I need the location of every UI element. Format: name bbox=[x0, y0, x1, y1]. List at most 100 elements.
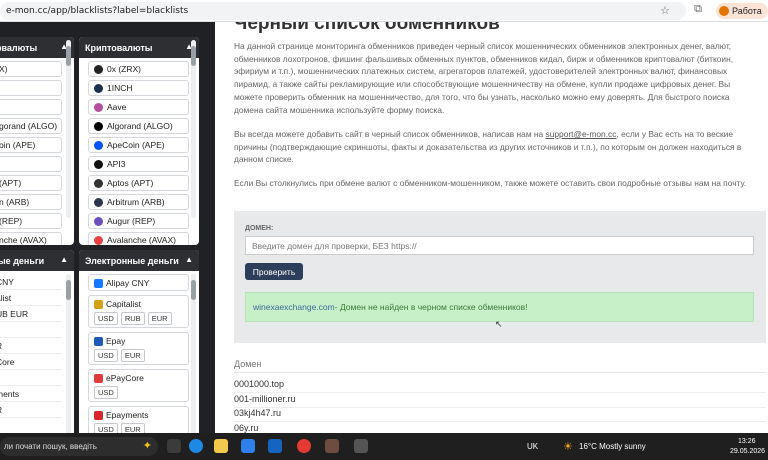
taskbar: ли почати пошук, введіть ✦ UK ☀ 16°C Mos… bbox=[0, 433, 768, 460]
crypto-item[interactable]: 0x (ZRX) bbox=[88, 61, 189, 77]
currency-badge[interactable]: EUR bbox=[120, 423, 145, 433]
emoney-item-label: Epayments bbox=[106, 410, 149, 420]
crypto-item[interactable]: (APT) bbox=[0, 175, 62, 191]
mouse-cursor-icon: ↖ bbox=[495, 319, 503, 329]
emoney-item-name: Alipay CNY bbox=[94, 278, 184, 288]
panel-title: рвалюты bbox=[0, 42, 38, 53]
support-email-link[interactable]: support@e-mon.cc bbox=[546, 129, 617, 139]
crypto-item-label: X) bbox=[0, 64, 8, 74]
scrollbar[interactable] bbox=[66, 40, 71, 218]
crypto-item[interactable]: Arbitrum (ARB) bbox=[88, 194, 189, 210]
crypto-item[interactable]: Aptos (APT) bbox=[88, 175, 189, 191]
settings-gear-icon[interactable] bbox=[354, 439, 368, 453]
emoney-fragment: R bbox=[0, 338, 62, 354]
currency-list: USD bbox=[94, 386, 184, 399]
emoney-item[interactable]: ePayCore USD bbox=[88, 369, 189, 402]
main-content: Черный список обменников На данной стран… bbox=[232, 22, 768, 433]
edge-icon[interactable] bbox=[189, 439, 203, 453]
currency-badge[interactable]: USD bbox=[94, 312, 118, 325]
panel-title: ые деньги bbox=[0, 255, 45, 266]
currency-badge[interactable]: EUR bbox=[147, 312, 172, 325]
chevron-up-icon[interactable]: ▲ bbox=[60, 255, 68, 264]
left-emoney-list: CNYalistUB EURRCorementsR bbox=[0, 271, 74, 418]
emoney-item-label: Epay bbox=[106, 336, 126, 346]
taskbar-search[interactable]: ли почати пошук, введіть ✦ bbox=[0, 437, 158, 456]
language-indicator[interactable]: UK bbox=[527, 442, 538, 451]
table-row[interactable]: 03kj4h47.ru bbox=[234, 408, 766, 422]
crypto-item[interactable]: API3 bbox=[88, 156, 189, 172]
currency-badge[interactable]: RUB bbox=[120, 312, 145, 325]
emoney-item-label: ePayCore bbox=[106, 373, 144, 383]
url-text[interactable]: e-mon.cc/app/blacklists?label=blacklists bbox=[6, 6, 188, 16]
bookmark-star-icon[interactable]: ☆ bbox=[660, 4, 670, 17]
scrollbar[interactable] bbox=[66, 274, 71, 433]
crypto-list: 0x (ZRX) 1INCH Aave Algorand (ALGO) ApeCoin … bbox=[79, 58, 199, 245]
search-text: ли почати пошук, введіть bbox=[4, 442, 97, 451]
chevron-up-icon[interactable]: ▲ bbox=[185, 255, 193, 264]
currency-badge[interactable]: USD bbox=[94, 386, 118, 399]
currency-badge[interactable]: USD bbox=[94, 423, 118, 433]
crypto-item[interactable] bbox=[0, 156, 62, 172]
emoney-item-name: Epayments bbox=[94, 410, 184, 420]
report-paragraph: Если Вы столкнулись при обмене валют с о… bbox=[234, 178, 747, 188]
table-row[interactable]: 001-millioner.ru bbox=[234, 394, 766, 408]
file-explorer-icon[interactable] bbox=[214, 439, 228, 453]
sparkle-icon: ✦ bbox=[142, 440, 152, 452]
crypto-panel: Криптовалюты ▲ 0x (ZRX) 1INCH Aave Algorand… bbox=[79, 37, 199, 245]
emoney-panel-header[interactable]: Электронные деньги ▲ bbox=[79, 250, 199, 271]
profile-button[interactable]: Работа bbox=[716, 3, 768, 19]
crypto-item[interactable]: n (ARB) bbox=[0, 194, 62, 210]
table-row[interactable]: 06y.ru bbox=[234, 423, 766, 434]
crypto-item[interactable] bbox=[0, 80, 62, 96]
domain-input[interactable]: Введите домен для проверки, БЕЗ https:// bbox=[245, 236, 754, 255]
weather-text[interactable]: 16°C Mostly sunny bbox=[579, 442, 646, 451]
task-view-icon[interactable] bbox=[167, 439, 181, 453]
emoney-item[interactable]: Epay USD EUR bbox=[88, 332, 189, 365]
crypto-item[interactable]: Augur (REP) bbox=[88, 213, 189, 229]
emoney-fragment: Core bbox=[0, 354, 62, 370]
emoney-item[interactable]: Capitalist USD RUB EUR bbox=[88, 295, 189, 328]
clock-time[interactable]: 13:26 bbox=[738, 438, 756, 445]
emoney-item[interactable]: Epayments USD EUR bbox=[88, 406, 189, 433]
emoney-panel-left: ые деньги ▲ CNYalistUB EURRCorementsR bbox=[0, 250, 74, 433]
crypto-item[interactable]: oin (APE) bbox=[0, 137, 62, 153]
algorand-icon bbox=[94, 121, 103, 131]
clock-date[interactable]: 29.05.2026 bbox=[730, 448, 765, 455]
address-bar[interactable]: e-mon.cc/app/blacklists?label=blacklists… bbox=[0, 2, 686, 20]
currency-badge[interactable]: EUR bbox=[120, 349, 145, 362]
crypto-panel-left: рвалюты ▲ X) gorand (ALGO) oin (APE) (APT) n… bbox=[0, 37, 74, 245]
scrollbar[interactable] bbox=[191, 274, 196, 433]
crypto-panel-header[interactable]: Криптовалюты ▲ bbox=[79, 37, 199, 58]
crypto-item-label: Aptos (APT) bbox=[107, 178, 154, 188]
epay-icon bbox=[94, 336, 103, 346]
aptos-icon bbox=[94, 178, 103, 188]
page-title: Черный список обменников bbox=[234, 22, 500, 34]
web-page: рвалюты ▲ X) gorand (ALGO) oin (APE) (APT) n… bbox=[0, 22, 768, 433]
crypto-item[interactable]: nche (AVAX) bbox=[0, 232, 62, 245]
crypto-item[interactable] bbox=[0, 99, 62, 115]
emoney-item[interactable]: Alipay CNY bbox=[88, 274, 189, 291]
crypto-item[interactable]: Algorand (ALGO) bbox=[88, 118, 189, 134]
app-icon[interactable] bbox=[325, 439, 339, 453]
crypto-item[interactable]: Avalanche (AVAX) bbox=[88, 232, 189, 245]
currency-badge[interactable]: USD bbox=[94, 349, 118, 362]
extensions-icon[interactable]: ⧉ bbox=[691, 3, 705, 17]
table-row[interactable]: 0001000.top bbox=[234, 379, 766, 393]
emoney-fragment: alist bbox=[0, 290, 62, 306]
crypto-item-label: (REP) bbox=[0, 216, 23, 226]
emoney-fragment: UB EUR bbox=[0, 306, 62, 322]
check-button[interactable]: Проверить bbox=[245, 263, 303, 280]
store-icon[interactable] bbox=[241, 439, 255, 453]
crypto-item[interactable]: ApeCoin (APE) bbox=[88, 137, 189, 153]
crypto-item[interactable]: (REP) bbox=[0, 213, 62, 229]
scrollbar[interactable] bbox=[191, 40, 196, 218]
chrome-icon[interactable] bbox=[297, 439, 311, 453]
crypto-item[interactable]: 1INCH bbox=[88, 80, 189, 96]
weather-icon: ☀ bbox=[563, 441, 573, 453]
crypto-item[interactable]: Aave bbox=[88, 99, 189, 115]
mail-icon[interactable] bbox=[268, 439, 282, 453]
emoney-item-name: Epay bbox=[94, 336, 184, 346]
emoney-item-label: Alipay CNY bbox=[106, 278, 150, 288]
crypto-item[interactable]: gorand (ALGO) bbox=[0, 118, 62, 134]
crypto-item[interactable]: X) bbox=[0, 61, 62, 77]
